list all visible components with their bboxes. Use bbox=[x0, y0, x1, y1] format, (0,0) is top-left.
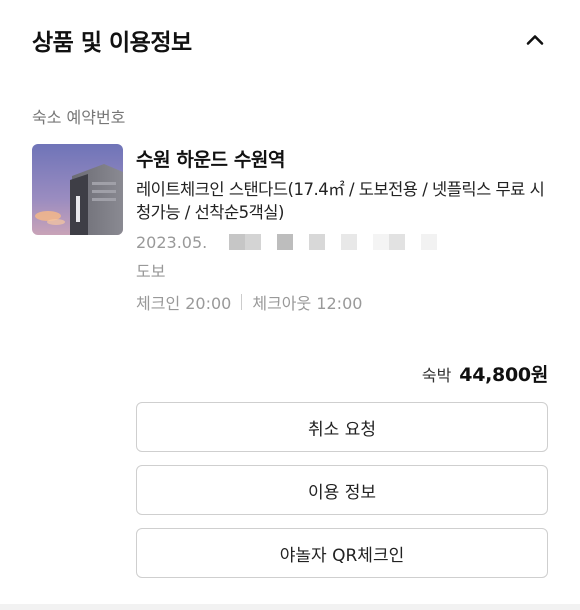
stay-date: 2023.05. bbox=[136, 232, 208, 252]
checkin-time: 체크인 20:00 bbox=[136, 294, 232, 313]
reservation-number-label: 숙소 예약번호 bbox=[32, 108, 126, 127]
hotel-name: 수원 하운드 수원역 bbox=[136, 149, 286, 171]
stay-date-row: 2023.05. bbox=[136, 229, 556, 255]
stay-type: 도보 bbox=[136, 262, 166, 281]
room-name: 레이트체크인 스탠다드(17.4㎡ / 도보전용 / 넷플릭스 무료 시청가능 … bbox=[136, 180, 545, 222]
price-row: 숙박 44,800원 bbox=[422, 360, 548, 387]
time-divider bbox=[241, 294, 243, 310]
checkout-time: 체크아웃 12:00 bbox=[252, 294, 363, 313]
usage-info-button[interactable]: 이용 정보 bbox=[136, 465, 548, 515]
section-divider bbox=[0, 604, 580, 610]
redacted-date-mask bbox=[229, 234, 438, 250]
price-value: 44,800원 bbox=[459, 364, 548, 386]
price-label: 숙박 bbox=[421, 366, 452, 385]
chevron-up-icon bbox=[526, 35, 544, 45]
section-title: 상품 및 이용정보 bbox=[32, 30, 192, 56]
qr-checkin-button[interactable]: 야놀자 QR체크인 bbox=[136, 528, 548, 578]
collapse-button[interactable] bbox=[518, 23, 552, 57]
section-header: 상품 및 이용정보 bbox=[32, 20, 552, 60]
cancel-request-button[interactable]: 취소 요청 bbox=[136, 402, 548, 452]
checkin-checkout-times: 체크인 20:00 체크아웃 12:00 bbox=[136, 289, 556, 315]
hotel-thumbnail bbox=[32, 144, 123, 235]
product-info: 수원 하운드 수원역 레이트체크인 스탠다드(17.4㎡ / 도보전용 / 넷플… bbox=[136, 146, 556, 315]
